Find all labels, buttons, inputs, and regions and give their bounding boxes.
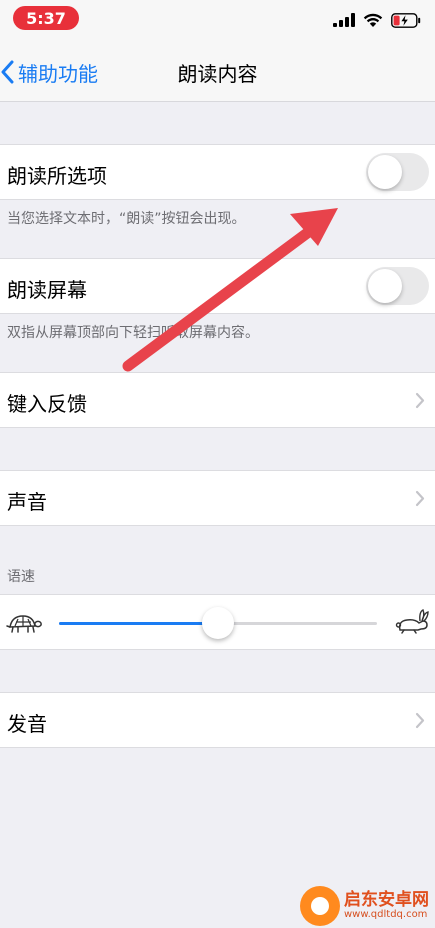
slider-thumb[interactable] (202, 607, 234, 639)
speaking-rate-slider[interactable] (59, 607, 377, 639)
speak-selection-footnote: 当您选择文本时，“朗读”按钮会出现。 (7, 211, 246, 227)
watermark: 启东安卓网 www.qdltdq.com (300, 884, 435, 928)
voices-label: 声音 (7, 490, 47, 514)
slider-fill (59, 622, 218, 625)
speak-screen-toggle[interactable] (366, 267, 429, 305)
speak-screen-cell: 朗读屏幕 (0, 258, 435, 314)
status-icons (333, 10, 421, 30)
cellular-signal-icon (333, 13, 355, 27)
toggle-knob (368, 269, 402, 303)
watermark-name: 启东安卓网 (344, 889, 429, 910)
battery-charging-icon (391, 12, 421, 28)
page-title: 朗读内容 (177, 62, 258, 86)
toggle-knob (368, 155, 402, 189)
watermark-url: www.qdltdq.com (344, 908, 428, 920)
speak-screen-footnote: 双指从屏幕顶部向下轻扫听取屏幕内容。 (7, 325, 259, 341)
typing-feedback-cell[interactable]: 键入反馈 (0, 372, 435, 428)
pronunciations-cell[interactable]: 发音 (0, 692, 435, 748)
status-bar: 5:37 (0, 0, 435, 40)
chevron-right-icon (415, 712, 425, 729)
navigation-bar: 辅助功能 朗读内容 (0, 40, 435, 102)
turtle-icon (6, 615, 42, 633)
speaking-rate-cell (0, 594, 435, 650)
pronunciations-label: 发音 (7, 712, 47, 736)
speak-screen-label: 朗读屏幕 (7, 278, 87, 302)
speak-selection-label: 朗读所选项 (7, 164, 107, 188)
chevron-right-icon (415, 392, 425, 409)
voices-cell[interactable]: 声音 (0, 470, 435, 526)
watermark-logo-icon (300, 886, 340, 926)
speak-selection-cell: 朗读所选项 (0, 144, 435, 200)
wifi-icon (363, 13, 383, 27)
rabbit-icon (395, 609, 429, 634)
typing-feedback-label: 键入反馈 (7, 392, 87, 416)
speaking-rate-header: 语速 (7, 569, 35, 585)
speak-selection-toggle[interactable] (366, 153, 429, 191)
annotation-arrow (122, 208, 338, 372)
status-time: 5:37 (13, 6, 79, 30)
chevron-right-icon (415, 490, 425, 507)
